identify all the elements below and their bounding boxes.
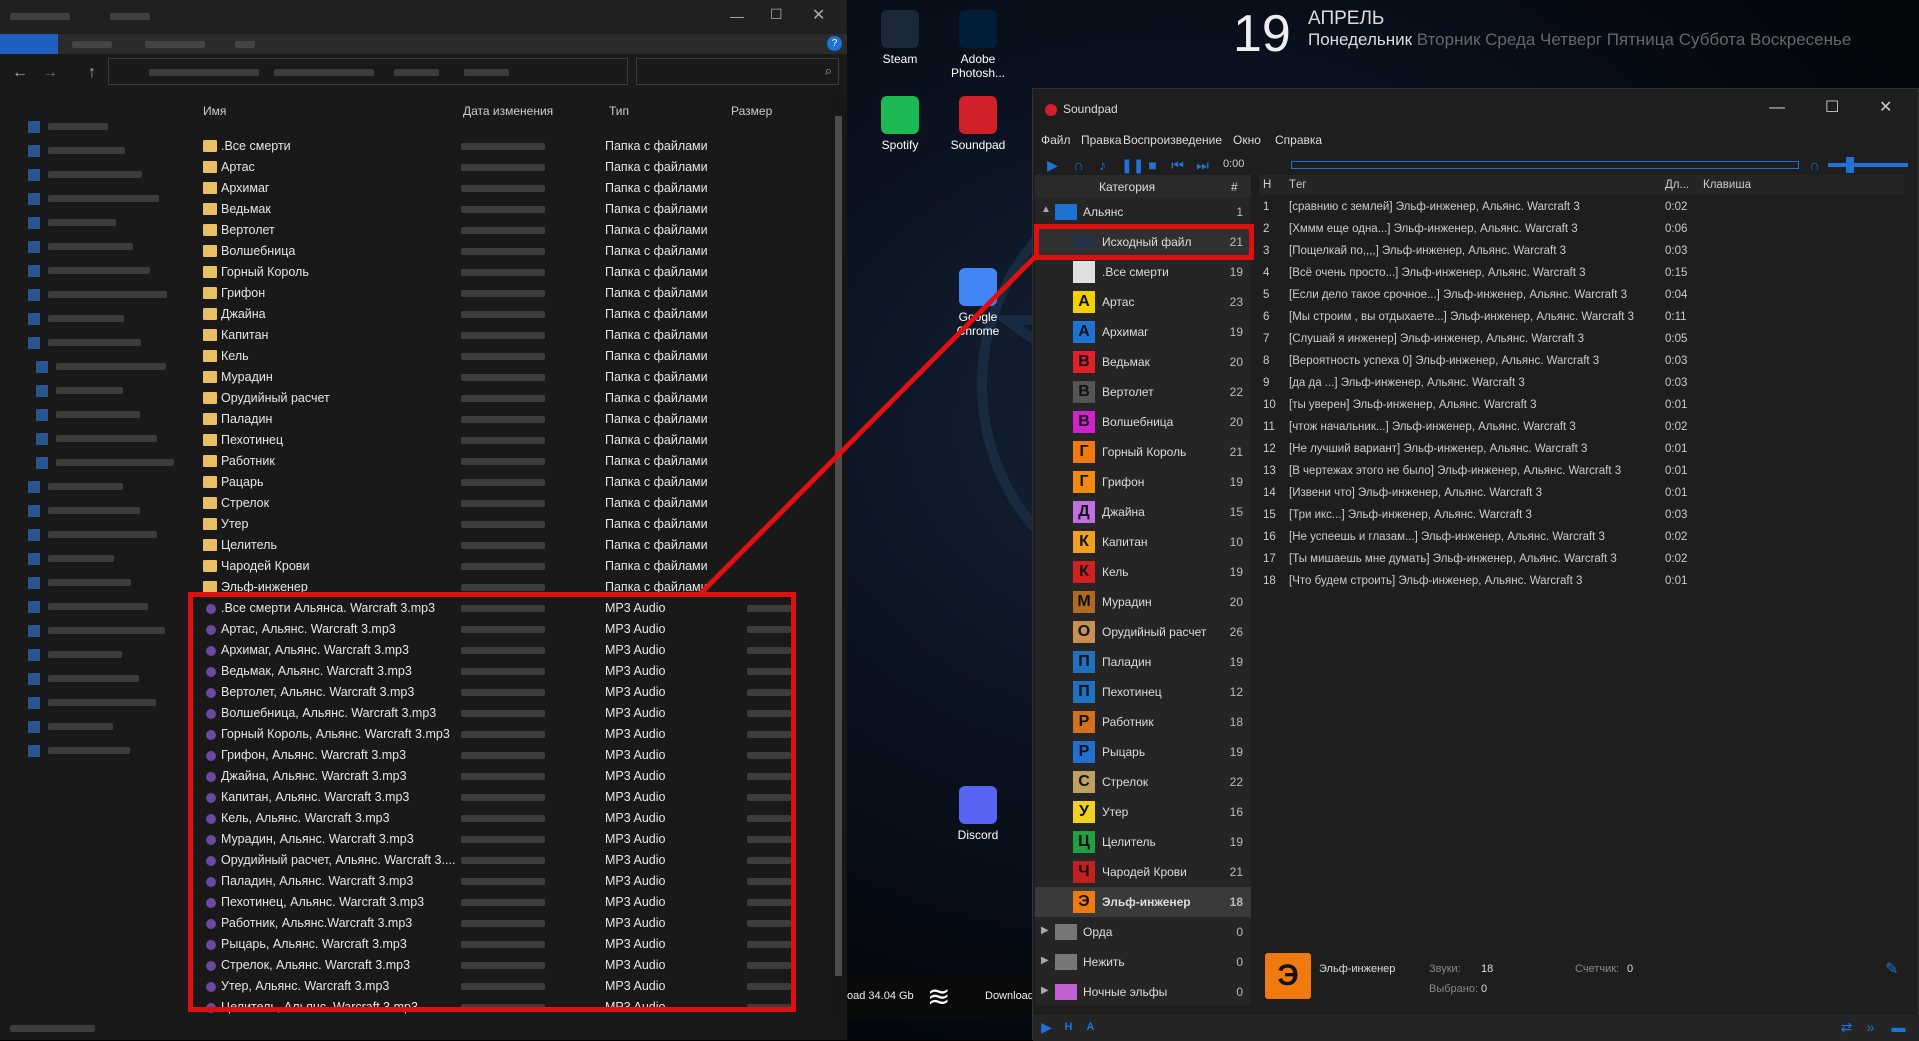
connector-line bbox=[698, 254, 1038, 596]
